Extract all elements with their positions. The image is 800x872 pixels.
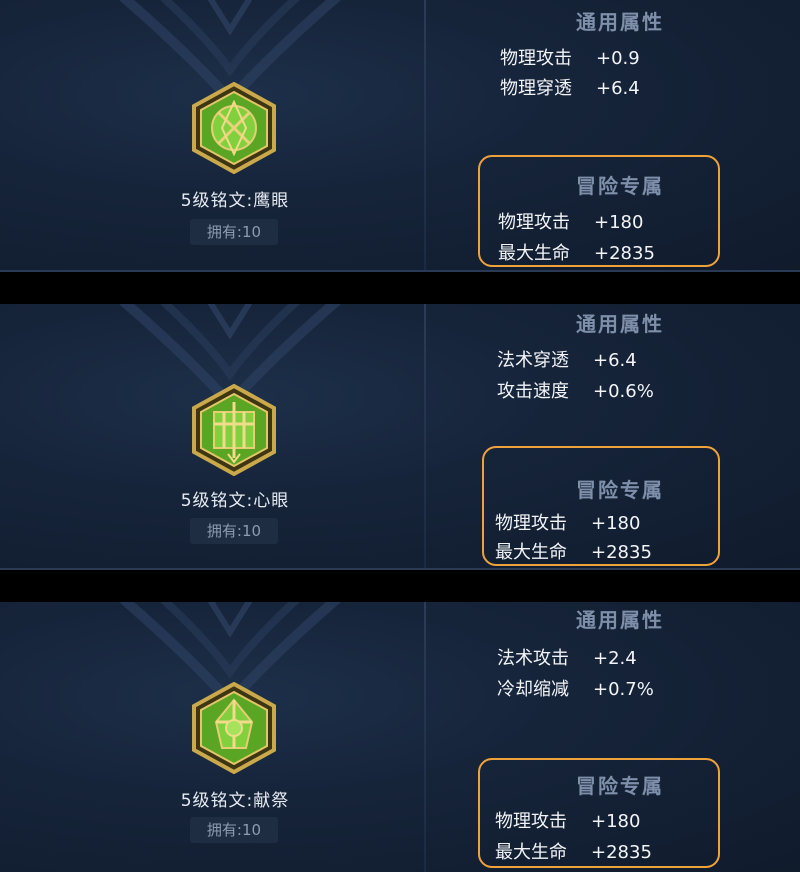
- panel-divider: [424, 602, 426, 872]
- general-attributes-title: 通用属性: [480, 6, 760, 35]
- owned-count: 拥有:10: [190, 518, 278, 544]
- separator-bar: [0, 570, 800, 602]
- owned-count: 拥有:10: [190, 219, 278, 245]
- sacrifice-rune-icon[interactable]: [188, 682, 280, 774]
- rune-panel: 5级铭文:鹰眼 拥有:10 通用属性 物理攻击 +0.9 物理穿透 +6.4 冒险专…: [0, 0, 800, 272]
- separator-bar: [0, 272, 800, 304]
- adventure-exclusive-title: 冒险专属: [480, 474, 760, 503]
- rune-name: 5级铭文:心眼: [180, 491, 290, 511]
- panel-divider: [424, 0, 426, 272]
- adventure-exclusive-title: 冒险专属: [480, 170, 760, 199]
- panel-divider: [424, 304, 426, 570]
- adventure-stat: 最大生命 +2835: [495, 542, 652, 563]
- hawk-eye-rune-icon[interactable]: [188, 82, 280, 174]
- rune-name: 5级铭文:鹰眼: [180, 191, 290, 211]
- general-stat: 物理穿透 +6.4: [500, 78, 640, 99]
- adventure-stat: 物理攻击 +180: [495, 513, 641, 534]
- panel-bottom-border: [0, 270, 800, 272]
- general-attributes-title: 通用属性: [480, 308, 760, 337]
- general-stat: 物理攻击 +0.9: [500, 48, 640, 69]
- adventure-stat: 最大生命 +2835: [498, 243, 655, 264]
- rune-panel: 5级铭文:心眼 拥有:10 通用属性 法术穿透 +6.4 攻击速度 +0.6% 冒险…: [0, 304, 800, 570]
- general-stat: 法术穿透 +6.4: [497, 350, 637, 371]
- mind-eye-rune-icon[interactable]: [188, 384, 280, 476]
- rune-name: 5级铭文:献祭: [180, 791, 290, 811]
- adventure-stat: 最大生命 +2835: [495, 842, 652, 863]
- adventure-stat: 物理攻击 +180: [498, 212, 644, 233]
- adventure-stat: 物理攻击 +180: [495, 811, 641, 832]
- panel-bottom-border: [0, 568, 800, 570]
- general-stat: 攻击速度 +0.6%: [497, 381, 654, 402]
- general-stat: 冷却缩减 +0.7%: [497, 679, 654, 700]
- general-stat: 法术攻击 +2.4: [497, 648, 637, 669]
- rune-panel: 5级铭文:献祭 拥有:10 通用属性 法术攻击 +2.4 冷却缩减 +0.7% 冒险…: [0, 602, 800, 872]
- adventure-exclusive-title: 冒险专属: [480, 770, 760, 799]
- owned-count: 拥有:10: [190, 817, 278, 843]
- general-attributes-title: 通用属性: [480, 604, 760, 633]
